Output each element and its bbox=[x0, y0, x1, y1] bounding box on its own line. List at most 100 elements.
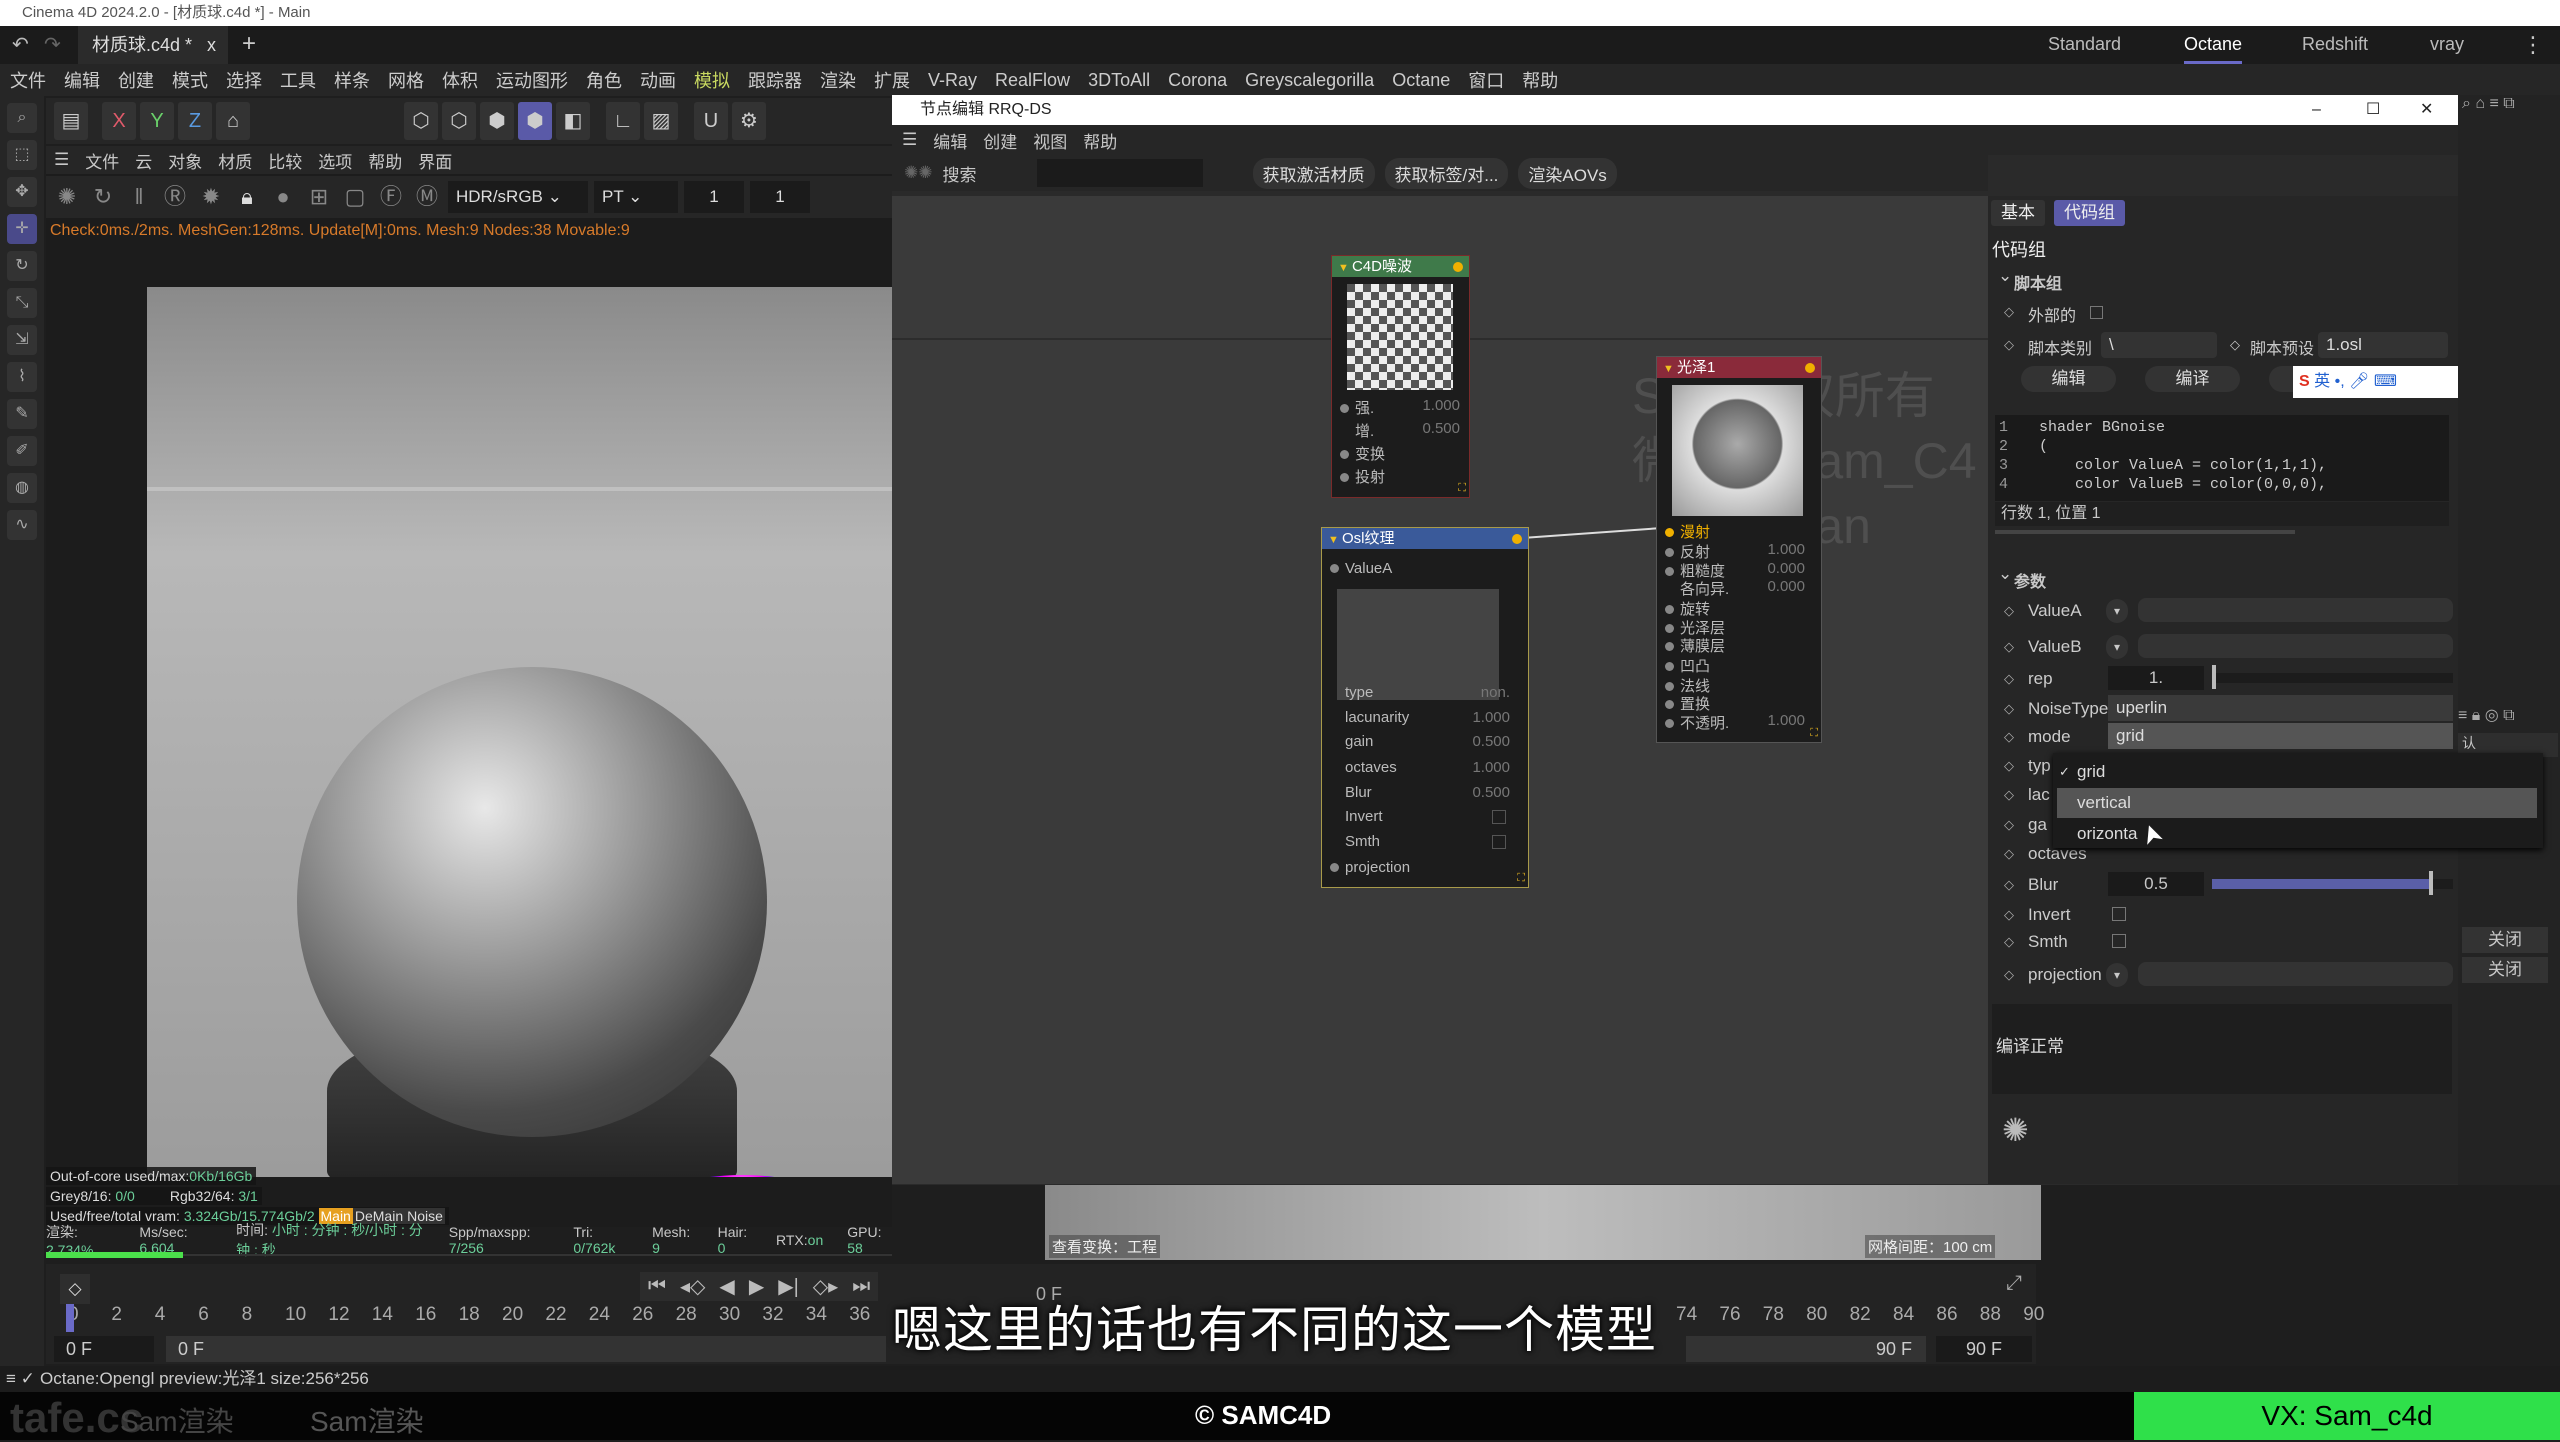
node-port-row[interactable]: ValueA bbox=[1330, 560, 1510, 577]
expand-icon[interactable]: ⛶ bbox=[1810, 727, 1818, 740]
edit-button[interactable]: 编辑 bbox=[2021, 366, 2116, 392]
workspace-standard[interactable]: Standard bbox=[2048, 34, 2121, 55]
dropdown-option-vertical[interactable]: vertical bbox=[2057, 788, 2537, 818]
ime-punct[interactable]: •, bbox=[2335, 373, 2345, 390]
node-port-row[interactable]: 旋转 bbox=[1665, 598, 1805, 619]
ime-language[interactable]: 英 bbox=[2314, 373, 2330, 390]
pause-icon[interactable]: ‖ bbox=[124, 182, 154, 212]
octane-help-icon[interactable]: ✺ bbox=[2002, 1111, 2029, 1149]
input-port[interactable] bbox=[1665, 662, 1674, 671]
color-field[interactable] bbox=[2138, 962, 2453, 986]
node-port-row[interactable]: 不透明. 1.000 bbox=[1665, 712, 1805, 733]
document-tab[interactable]: 材质球.c4d * x bbox=[78, 26, 228, 64]
input-port[interactable] bbox=[1665, 719, 1674, 728]
dropdown-option-orizonta[interactable]: orizonta bbox=[2057, 819, 2537, 849]
menu-item[interactable]: 3DToAll bbox=[1088, 70, 1150, 91]
node-port-row[interactable]: 漫射 bbox=[1665, 521, 1805, 542]
menu-item[interactable]: 渲染 bbox=[820, 67, 856, 93]
node-menu-item[interactable]: 视图 bbox=[1033, 128, 1067, 153]
workplane-icon[interactable]: ▨ bbox=[644, 102, 678, 140]
transform-icon[interactable]: ⇲ bbox=[7, 325, 37, 355]
menu-item[interactable]: 运动图形 bbox=[496, 67, 568, 93]
viewer-menu-item[interactable]: 界面 bbox=[418, 148, 452, 173]
menu-item[interactable]: 创建 bbox=[118, 67, 154, 93]
color-dropdown[interactable]: ▾ bbox=[2106, 599, 2128, 623]
menu-item[interactable]: RealFlow bbox=[995, 70, 1070, 91]
film-region-icon[interactable]: ▢ bbox=[340, 182, 370, 212]
section-params[interactable]: 参数 bbox=[2014, 568, 2046, 592]
node-port-row[interactable]: lacunarity 1.000 bbox=[1330, 709, 1510, 726]
uv-mode-icon[interactable]: ◧ bbox=[556, 102, 590, 140]
object-mode-icon[interactable]: ▤ bbox=[54, 102, 88, 140]
points-mode-icon[interactable]: ⬡ bbox=[404, 102, 438, 140]
keyframe-diamond-icon[interactable]: ◇ bbox=[2004, 701, 2014, 717]
restart-render-icon[interactable]: ↻ bbox=[88, 182, 118, 212]
node-port-row[interactable]: type non. bbox=[1330, 684, 1510, 701]
noise-type-field[interactable]: uperlin bbox=[2108, 695, 2453, 721]
code-editor[interactable]: 1 shader BGnoise 2(3 color ValueA = color(… bbox=[1995, 415, 2449, 501]
mode-select[interactable]: grid bbox=[2108, 723, 2453, 749]
color-field[interactable] bbox=[2138, 598, 2453, 622]
node-port-row[interactable]: 凹凸 bbox=[1665, 655, 1805, 676]
slider-handle[interactable] bbox=[2212, 665, 2216, 689]
node-menu-item[interactable]: 创建 bbox=[983, 128, 1017, 153]
lock-icon[interactable]: 🔒︎ bbox=[232, 182, 262, 212]
get-tag-object-button[interactable]: 获取标签/对... bbox=[1384, 157, 1509, 189]
close-button[interactable]: ✕ bbox=[2420, 95, 2433, 125]
keyframe-diamond-icon[interactable]: ◇ bbox=[2004, 967, 2014, 983]
live-select-icon[interactable]: ✥ bbox=[7, 177, 37, 207]
param-value-field[interactable]: 1. bbox=[2108, 666, 2204, 690]
chevron-down-icon[interactable]: ⌄ bbox=[1998, 266, 2012, 286]
menu-item[interactable]: V-Ray bbox=[928, 70, 977, 91]
menu-item[interactable]: 窗口 bbox=[1468, 67, 1504, 93]
y-axis-toggle[interactable]: Y bbox=[140, 102, 174, 140]
dropdown-option-grid[interactable]: ✓ grid bbox=[2057, 757, 2537, 787]
add-region-icon[interactable]: ⊞ bbox=[304, 182, 334, 212]
menu-item[interactable]: 模拟 bbox=[694, 67, 730, 93]
color-dropdown[interactable]: ▾ bbox=[2106, 635, 2128, 659]
input-port[interactable] bbox=[1340, 450, 1349, 459]
node-header[interactable]: ▼ C4D噪波 bbox=[1332, 256, 1469, 277]
axis-icon[interactable]: ∟ bbox=[606, 102, 640, 140]
input-port[interactable] bbox=[1330, 564, 1339, 573]
color-mode-select[interactable]: HDR/sRGB ⌄ bbox=[448, 181, 588, 213]
search-input[interactable] bbox=[1036, 159, 1203, 187]
param-checkbox[interactable] bbox=[2112, 907, 2126, 921]
node-header[interactable]: ▼ 光泽1 bbox=[1657, 357, 1821, 378]
color-field[interactable] bbox=[2138, 634, 2453, 658]
output-port[interactable] bbox=[1512, 534, 1522, 544]
search-icon[interactable]: ⌕ bbox=[7, 103, 37, 133]
playhead[interactable] bbox=[66, 1304, 74, 1332]
get-active-material-button[interactable]: 获取激活材质 bbox=[1252, 157, 1375, 189]
z-axis-toggle[interactable]: Z bbox=[178, 102, 212, 140]
viewer-menu-item[interactable]: 对象 bbox=[168, 148, 202, 173]
menu-item[interactable]: 跟踪器 bbox=[748, 67, 802, 93]
node-port-row[interactable]: projection bbox=[1330, 859, 1510, 876]
checkbox[interactable] bbox=[1492, 810, 1506, 824]
slider-handle[interactable] bbox=[2428, 871, 2433, 895]
region-render-icon[interactable]: Ⓡ bbox=[160, 182, 190, 212]
material-picker-icon[interactable]: Ⓜ bbox=[412, 182, 442, 212]
keyframe-diamond-icon[interactable]: ◇ bbox=[2004, 337, 2014, 353]
value-field-2[interactable]: 1 bbox=[750, 181, 810, 213]
keyframe-diamond-icon[interactable]: ◇ bbox=[2230, 337, 2240, 353]
input-port[interactable] bbox=[1665, 624, 1674, 633]
node-port-row[interactable]: octaves 1.000 bbox=[1330, 759, 1510, 776]
timeline-expand-icon[interactable]: ⤢ bbox=[2006, 1272, 2022, 1295]
keyframe-diamond-icon[interactable]: ◇ bbox=[2004, 934, 2014, 950]
input-port[interactable] bbox=[1665, 567, 1674, 576]
node-port-row[interactable]: 强. 1.000 bbox=[1340, 397, 1460, 418]
node-osl-texture[interactable]: ▼ Osl纹理 ValueA type non. lacunarity 1.000 gain… bbox=[1321, 527, 1529, 888]
start-frame-field[interactable]: 0 F bbox=[54, 1336, 154, 1362]
node-menu-item[interactable]: 帮助 bbox=[1083, 128, 1117, 153]
keyframe-diamond-icon[interactable]: ◇ bbox=[2004, 671, 2014, 687]
menu-item[interactable]: 帮助 bbox=[1522, 67, 1558, 93]
node-port-row[interactable]: 投射 bbox=[1340, 466, 1460, 487]
mode-dropdown-menu[interactable]: ✓ grid vertical orizonta ➤ bbox=[2053, 753, 2543, 850]
end-frame-field[interactable]: 90 F bbox=[1686, 1336, 1926, 1362]
keyframe-diamond-icon[interactable]: ◇ bbox=[2004, 846, 2014, 862]
select-icon[interactable]: ⬚ bbox=[7, 140, 37, 170]
menu-item[interactable]: 编辑 bbox=[64, 67, 100, 93]
section-script-group[interactable]: 脚本组 bbox=[2014, 270, 2062, 294]
menu-item[interactable]: 体积 bbox=[442, 67, 478, 93]
